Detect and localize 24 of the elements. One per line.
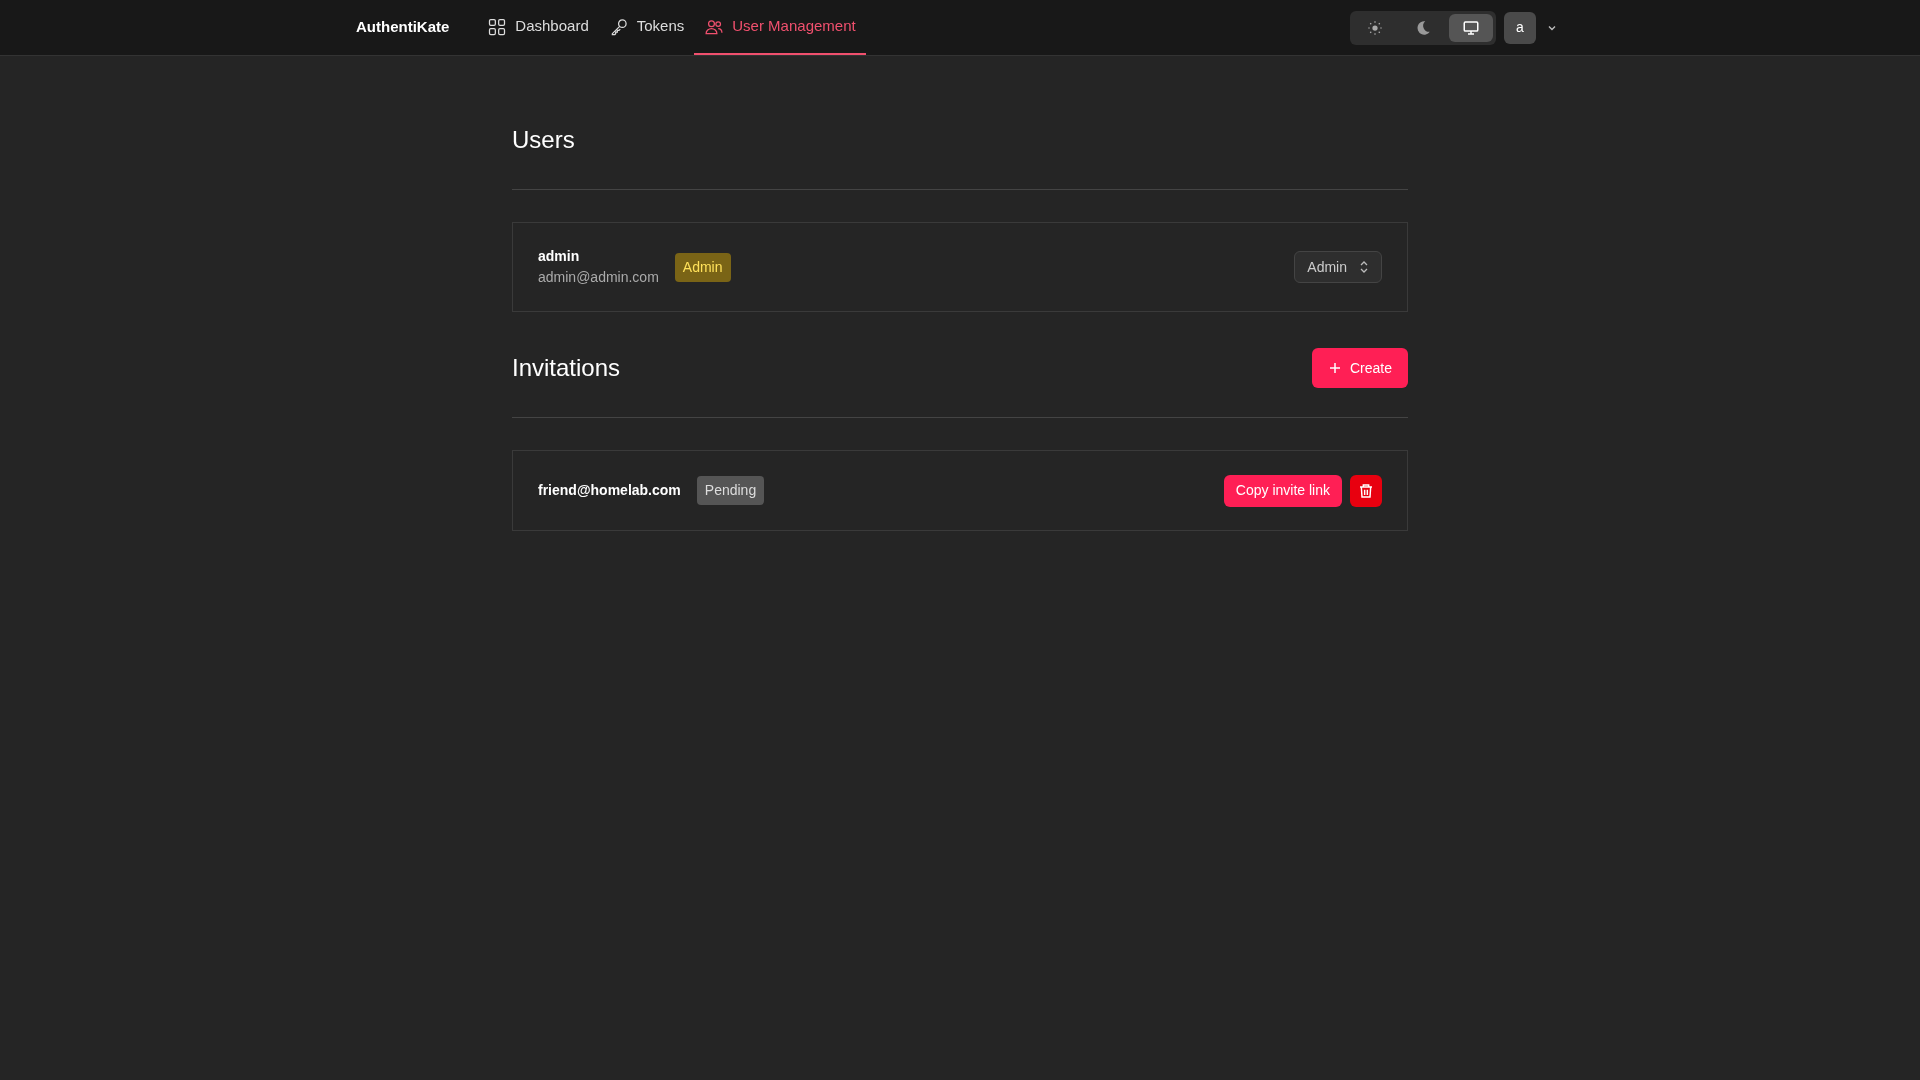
status-badge: Pending xyxy=(696,476,765,505)
role-select[interactable]: Admin xyxy=(1294,251,1382,283)
nav-tab[interactable]: Dashboard xyxy=(477,0,599,55)
user-name: admin xyxy=(538,247,581,266)
avatar-button[interactable]: a xyxy=(1504,11,1536,44)
trash-icon xyxy=(1358,482,1374,499)
create-button[interactable]: Create xyxy=(1311,348,1408,388)
role-badge: Admin xyxy=(674,252,731,282)
delete-button[interactable] xyxy=(1350,474,1382,507)
section-title: Users xyxy=(512,125,575,155)
nav-tab[interactable]: Tokens xyxy=(598,0,695,55)
moon-icon xyxy=(1414,18,1432,37)
brand-name: AuthentiKate xyxy=(356,17,450,38)
section-title: Invitations xyxy=(512,353,621,383)
copy-link-button[interactable]: Copy invite link xyxy=(1223,474,1342,507)
grid-icon xyxy=(487,16,508,37)
user-email: admin@admin.com xyxy=(538,268,659,287)
chevron-up-down-icon xyxy=(1359,260,1369,274)
sun-icon xyxy=(1366,18,1384,37)
plus-icon xyxy=(1327,361,1342,375)
nav-tab[interactable]: User Management xyxy=(694,0,866,55)
theme-option[interactable] xyxy=(1449,13,1493,42)
monitor-icon xyxy=(1462,18,1480,37)
invite-email: friend@homelab.com xyxy=(538,481,681,500)
